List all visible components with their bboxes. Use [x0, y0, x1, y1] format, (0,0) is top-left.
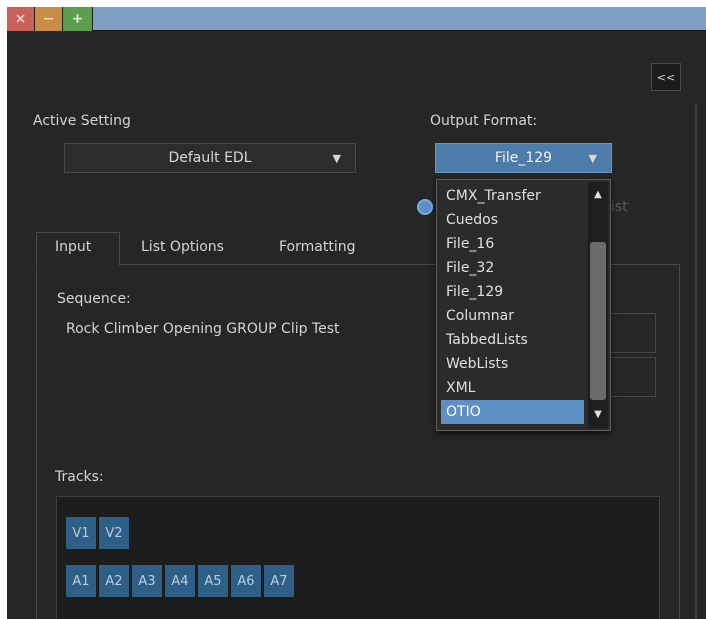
- minimize-button[interactable]: −: [35, 7, 63, 31]
- track-a4-button[interactable]: A4: [165, 565, 195, 597]
- side-field: [610, 357, 656, 397]
- active-setting-label: Active Setting: [33, 113, 131, 129]
- scroll-up-icon[interactable]: ▲: [588, 184, 608, 204]
- close-button[interactable]: ×: [7, 7, 35, 31]
- track-v2-button[interactable]: V2: [99, 517, 129, 549]
- scrollbar-thumb[interactable]: [590, 242, 606, 400]
- chevron-down-icon: ▼: [332, 152, 341, 165]
- scroll-down-icon[interactable]: ▼: [588, 404, 608, 424]
- dropdown-option-tabbedlists[interactable]: TabbedLists: [441, 328, 584, 352]
- dropdown-option-file-16[interactable]: File_16: [441, 232, 584, 256]
- output-format-dropdown: CMX_Transfer Cuedos File_16 File_32 File…: [436, 179, 611, 431]
- tab-list-options[interactable]: List Options: [141, 239, 224, 255]
- track-a3-button[interactable]: A3: [132, 565, 162, 597]
- tab-formatting[interactable]: Formatting: [279, 239, 355, 255]
- collapse-panel-button[interactable]: <<: [651, 63, 681, 91]
- dropdown-option-otio[interactable]: OTIO: [441, 400, 584, 424]
- side-field: [610, 313, 656, 353]
- sequence-label: Sequence:: [57, 291, 131, 307]
- track-a6-button[interactable]: A6: [231, 565, 261, 597]
- chevron-down-icon: ▼: [588, 152, 597, 165]
- tracks-label: Tracks:: [55, 469, 104, 485]
- track-a7-button[interactable]: A7: [264, 565, 294, 597]
- output-format-value: File_129: [494, 150, 553, 166]
- dropdown-option-weblists[interactable]: WebLists: [441, 352, 584, 376]
- obscured-option-label: ist: [611, 199, 628, 215]
- tab-input[interactable]: Input: [55, 239, 91, 255]
- dropdown-option-file-129[interactable]: File_129: [441, 280, 584, 304]
- dropdown-option-xml[interactable]: XML: [441, 376, 584, 400]
- track-a1-button[interactable]: A1: [66, 565, 96, 597]
- dropdown-option-file-32[interactable]: File_32: [441, 256, 584, 280]
- output-format-label: Output Format:: [430, 113, 538, 129]
- sequence-value: Rock Climber Opening GROUP Clip Test: [66, 321, 340, 337]
- track-a5-button[interactable]: A5: [198, 565, 228, 597]
- output-format-select[interactable]: File_129 ▼: [435, 143, 612, 173]
- dropdown-scrollbar[interactable]: ▲ ▼: [588, 182, 608, 428]
- maximize-button[interactable]: +: [63, 7, 93, 31]
- active-setting-value: Default EDL: [168, 150, 252, 166]
- dropdown-option-cuedos[interactable]: Cuedos: [441, 208, 584, 232]
- tracks-panel: V1 V2 A1 A2 A3 A4 A5 A6 A7: [56, 496, 660, 619]
- edl-export-window: × − + << Active Setting Default EDL ▼ Ou…: [7, 7, 706, 619]
- dropdown-option-cmx-transfer[interactable]: CMX_Transfer: [441, 184, 584, 208]
- active-setting-select[interactable]: Default EDL ▼: [64, 143, 356, 173]
- title-bar: × − +: [7, 7, 706, 31]
- track-a2-button[interactable]: A2: [99, 565, 129, 597]
- radio-button[interactable]: [417, 199, 433, 215]
- dropdown-option-columnar[interactable]: Columnar: [441, 304, 584, 328]
- track-v1-button[interactable]: V1: [66, 517, 96, 549]
- panel-divider: [695, 103, 697, 619]
